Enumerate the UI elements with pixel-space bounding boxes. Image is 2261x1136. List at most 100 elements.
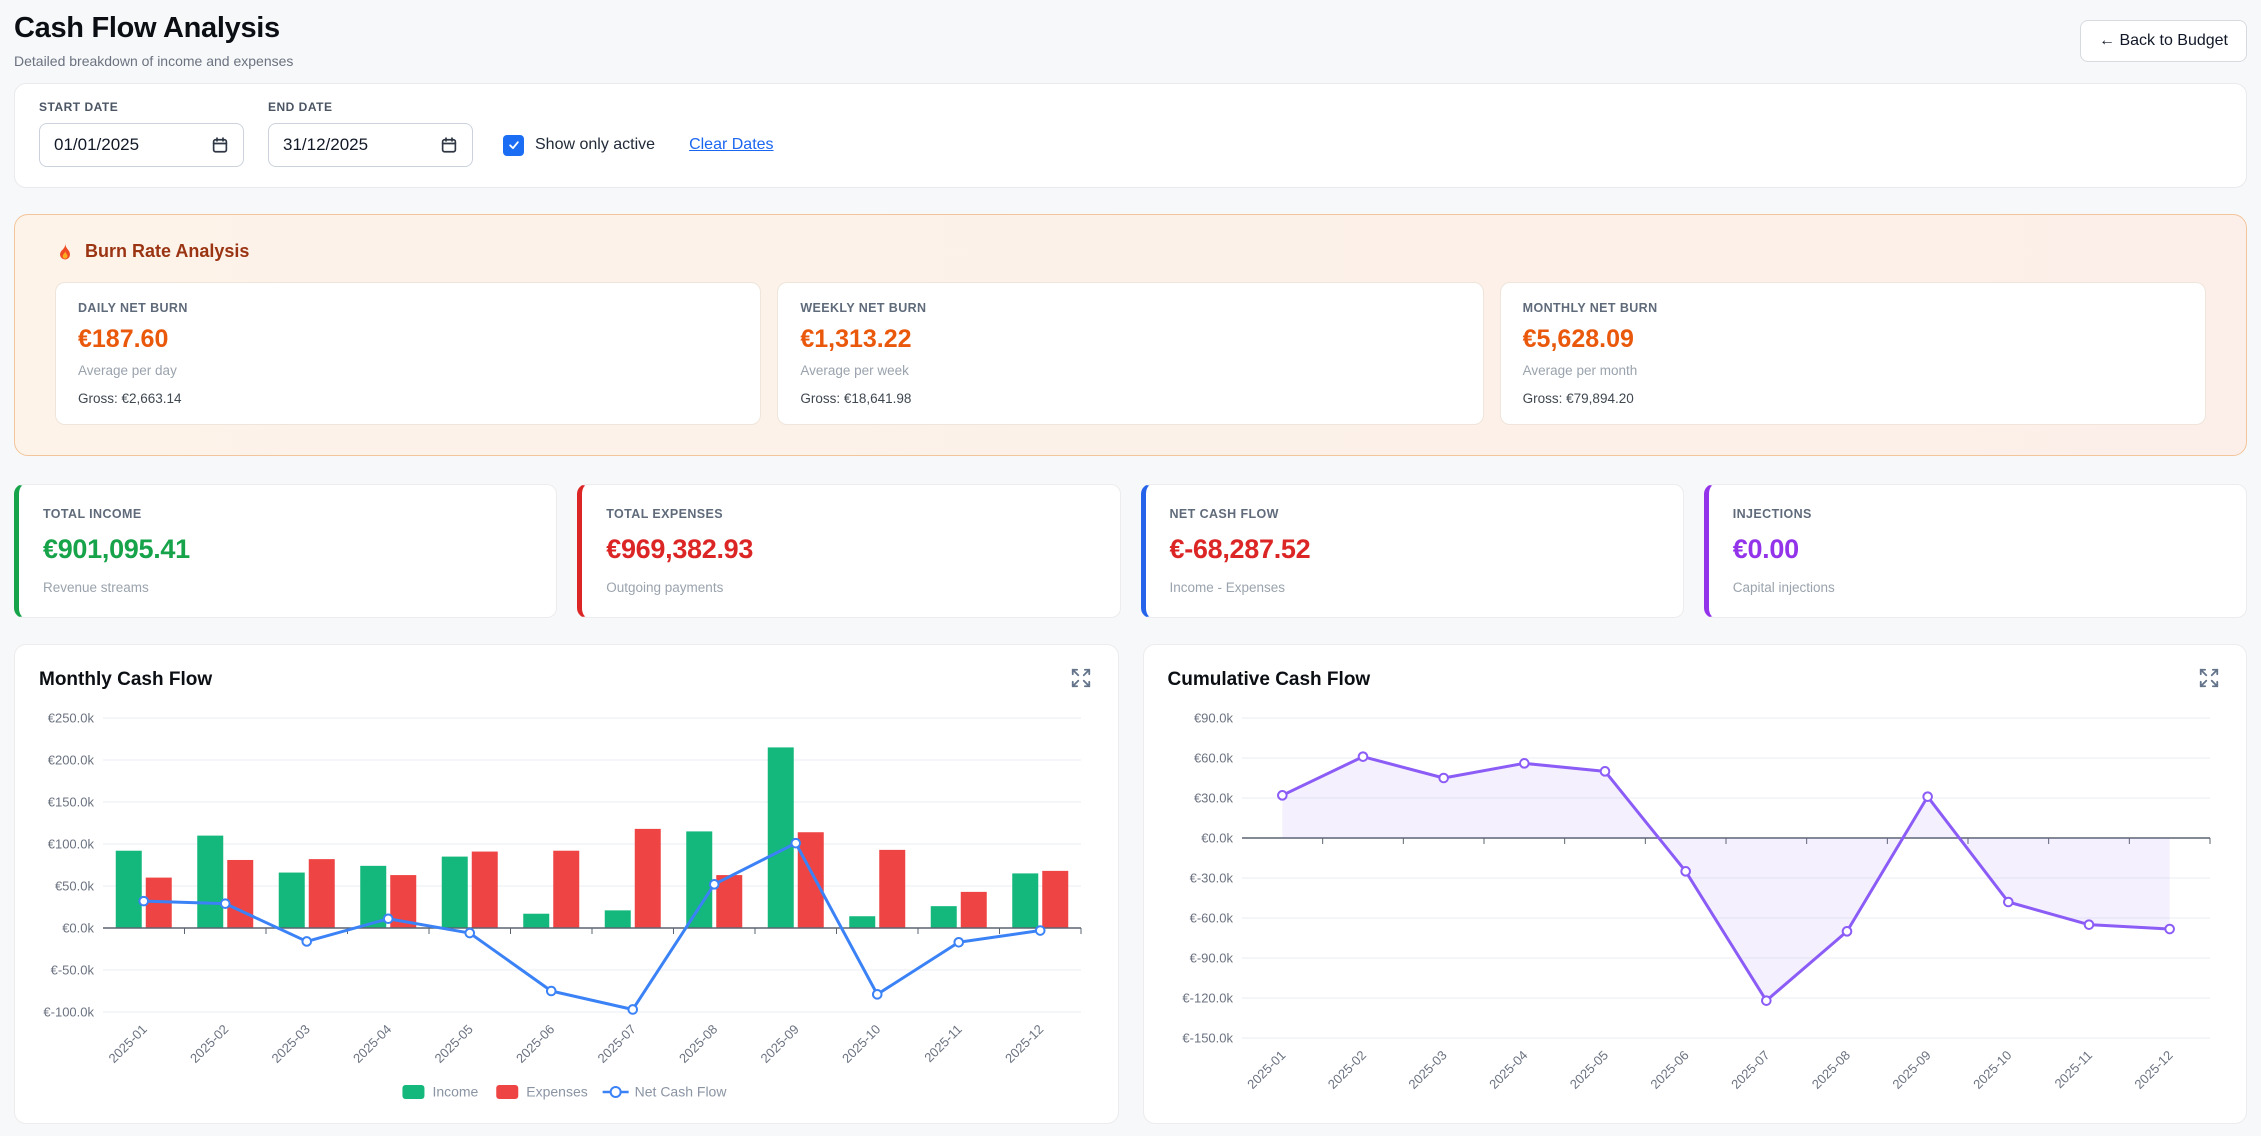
calendar-icon[interactable] xyxy=(440,136,458,154)
svg-text:2025-04: 2025-04 xyxy=(350,1022,394,1066)
svg-text:2025-12: 2025-12 xyxy=(2131,1048,2175,1092)
header-text: Cash Flow Analysis Detailed breakdown of… xyxy=(14,12,293,69)
card-gross: Gross: €18,641.98 xyxy=(800,391,1460,406)
clear-dates-link[interactable]: Clear Dates xyxy=(689,123,773,167)
svg-text:2025-10: 2025-10 xyxy=(1970,1048,2014,1092)
svg-text:€50.0k: €50.0k xyxy=(55,879,95,894)
card-value: €1,313.22 xyxy=(800,325,1460,354)
start-date-value: 01/01/2025 xyxy=(54,135,139,155)
svg-text:Expenses: Expenses xyxy=(526,1084,587,1100)
svg-text:2025-09: 2025-09 xyxy=(758,1022,802,1066)
svg-text:2025-07: 2025-07 xyxy=(595,1022,639,1066)
expand-icon xyxy=(1070,667,1092,689)
total-income-card: TOTAL INCOME €901,095.41 Revenue streams xyxy=(14,484,557,618)
svg-text:2025-02: 2025-02 xyxy=(187,1022,231,1066)
svg-text:€-100.0k: €-100.0k xyxy=(43,1005,94,1020)
daily-net-burn-card: DAILY NET BURN €187.60 Average per day G… xyxy=(55,282,761,425)
svg-text:€-30.0k: €-30.0k xyxy=(1189,871,1233,886)
card-value: €-68,287.52 xyxy=(1170,534,1659,565)
card-value: €187.60 xyxy=(78,325,738,354)
svg-text:Income: Income xyxy=(432,1084,478,1100)
total-expenses-card: TOTAL EXPENSES €969,382.93 Outgoing paym… xyxy=(577,484,1120,618)
svg-text:€60.0k: €60.0k xyxy=(1193,751,1233,766)
card-label: INJECTIONS xyxy=(1733,507,2222,521)
check-icon xyxy=(507,138,521,152)
svg-text:€-120.0k: €-120.0k xyxy=(1182,991,1233,1006)
svg-text:€-50.0k: €-50.0k xyxy=(51,963,95,978)
svg-text:2025-06: 2025-06 xyxy=(1647,1048,1691,1092)
svg-text:2025-12: 2025-12 xyxy=(1002,1022,1046,1066)
svg-text:2025-09: 2025-09 xyxy=(1889,1048,1933,1092)
svg-text:€30.0k: €30.0k xyxy=(1193,791,1233,806)
burn-rate-section: Burn Rate Analysis DAILY NET BURN €187.6… xyxy=(14,214,2247,456)
svg-text:2025-10: 2025-10 xyxy=(839,1022,883,1066)
card-caption: Outgoing payments xyxy=(606,580,1095,595)
summary-cards-row: TOTAL INCOME €901,095.41 Revenue streams… xyxy=(14,484,2247,618)
expand-button[interactable] xyxy=(1068,665,1094,694)
monthly-cash-flow-card: Monthly Cash Flow €250.0k€200.0k€150.0k€… xyxy=(14,644,1119,1124)
svg-text:2025-04: 2025-04 xyxy=(1486,1048,1530,1092)
card-label: TOTAL EXPENSES xyxy=(606,507,1095,521)
page-subtitle: Detailed breakdown of income and expense… xyxy=(14,53,293,69)
back-to-budget-button[interactable]: ← Back to Budget xyxy=(2080,20,2247,62)
svg-text:€100.0k: €100.0k xyxy=(48,837,95,852)
monthly-net-burn-card: MONTHLY NET BURN €5,628.09 Average per m… xyxy=(1500,282,2206,425)
svg-text:2025-05: 2025-05 xyxy=(432,1022,476,1066)
cash-flow-page: Cash Flow Analysis Detailed breakdown of… xyxy=(0,0,2261,1136)
svg-text:2025-11: 2025-11 xyxy=(921,1022,965,1066)
svg-text:2025-05: 2025-05 xyxy=(1566,1048,1610,1092)
card-label: NET CASH FLOW xyxy=(1170,507,1659,521)
show-only-active-row: Show only active xyxy=(503,123,655,167)
cumulative-cash-flow-chart: €90.0k€60.0k€30.0k€0.0k€-30.0k€-60.0k€-9… xyxy=(1168,704,2222,1104)
start-date-input[interactable]: 01/01/2025 xyxy=(39,123,244,167)
card-label: WEEKLY NET BURN xyxy=(800,301,1460,315)
card-caption: Capital injections xyxy=(1733,580,2222,595)
chart-title: Cumulative Cash Flow xyxy=(1168,669,1371,691)
card-label: TOTAL INCOME xyxy=(43,507,532,521)
svg-text:€150.0k: €150.0k xyxy=(48,795,95,810)
svg-text:€250.0k: €250.0k xyxy=(48,711,95,726)
svg-text:€0.0k: €0.0k xyxy=(62,921,94,936)
svg-text:2025-01: 2025-01 xyxy=(106,1022,150,1066)
weekly-net-burn-card: WEEKLY NET BURN €1,313.22 Average per we… xyxy=(777,282,1483,425)
card-value: €969,382.93 xyxy=(606,534,1095,565)
burn-rate-cards: DAILY NET BURN €187.60 Average per day G… xyxy=(55,282,2206,425)
show-only-active-label: Show only active xyxy=(535,136,655,154)
charts-row: Monthly Cash Flow €250.0k€200.0k€150.0k€… xyxy=(14,644,2247,1124)
svg-text:€90.0k: €90.0k xyxy=(1193,711,1233,726)
card-caption: Average per day xyxy=(78,363,738,378)
svg-text:€-150.0k: €-150.0k xyxy=(1182,1031,1233,1046)
end-date-value: 31/12/2025 xyxy=(283,135,368,155)
svg-text:2025-03: 2025-03 xyxy=(1405,1048,1449,1092)
svg-text:Net Cash Flow: Net Cash Flow xyxy=(635,1084,728,1100)
chart-header: Cumulative Cash Flow xyxy=(1168,665,2223,694)
card-caption: Average per week xyxy=(800,363,1460,378)
card-label: MONTHLY NET BURN xyxy=(1523,301,2183,315)
start-date-field: START DATE 01/01/2025 xyxy=(39,100,244,167)
burn-rate-header: Burn Rate Analysis xyxy=(55,241,2206,262)
start-date-label: START DATE xyxy=(39,100,244,114)
expand-button[interactable] xyxy=(2196,665,2222,694)
svg-text:2025-03: 2025-03 xyxy=(269,1022,313,1066)
page-header: Cash Flow Analysis Detailed breakdown of… xyxy=(14,12,2247,69)
svg-text:2025-08: 2025-08 xyxy=(676,1022,720,1066)
card-label: DAILY NET BURN xyxy=(78,301,738,315)
svg-text:€-90.0k: €-90.0k xyxy=(1189,951,1233,966)
calendar-icon[interactable] xyxy=(211,136,229,154)
card-caption: Income - Expenses xyxy=(1170,580,1659,595)
card-caption: Revenue streams xyxy=(43,580,532,595)
end-date-input[interactable]: 31/12/2025 xyxy=(268,123,473,167)
svg-text:€200.0k: €200.0k xyxy=(48,753,95,768)
burn-rate-title: Burn Rate Analysis xyxy=(85,241,249,262)
show-only-active-checkbox[interactable] xyxy=(503,135,524,156)
end-date-field: END DATE 31/12/2025 xyxy=(268,100,473,167)
card-value: €0.00 xyxy=(1733,534,2222,565)
svg-text:2025-06: 2025-06 xyxy=(513,1022,557,1066)
svg-text:€0.0k: €0.0k xyxy=(1201,831,1233,846)
monthly-cash-flow-chart: €250.0k €200.0k €150.0k €100.0k €50.0k €0.0k €… xyxy=(39,704,1093,1104)
flame-icon xyxy=(55,242,75,262)
expand-icon xyxy=(2198,667,2220,689)
chart-header: Monthly Cash Flow xyxy=(39,665,1094,694)
card-caption: Average per month xyxy=(1523,363,2183,378)
svg-text:2025-11: 2025-11 xyxy=(2051,1048,2095,1092)
